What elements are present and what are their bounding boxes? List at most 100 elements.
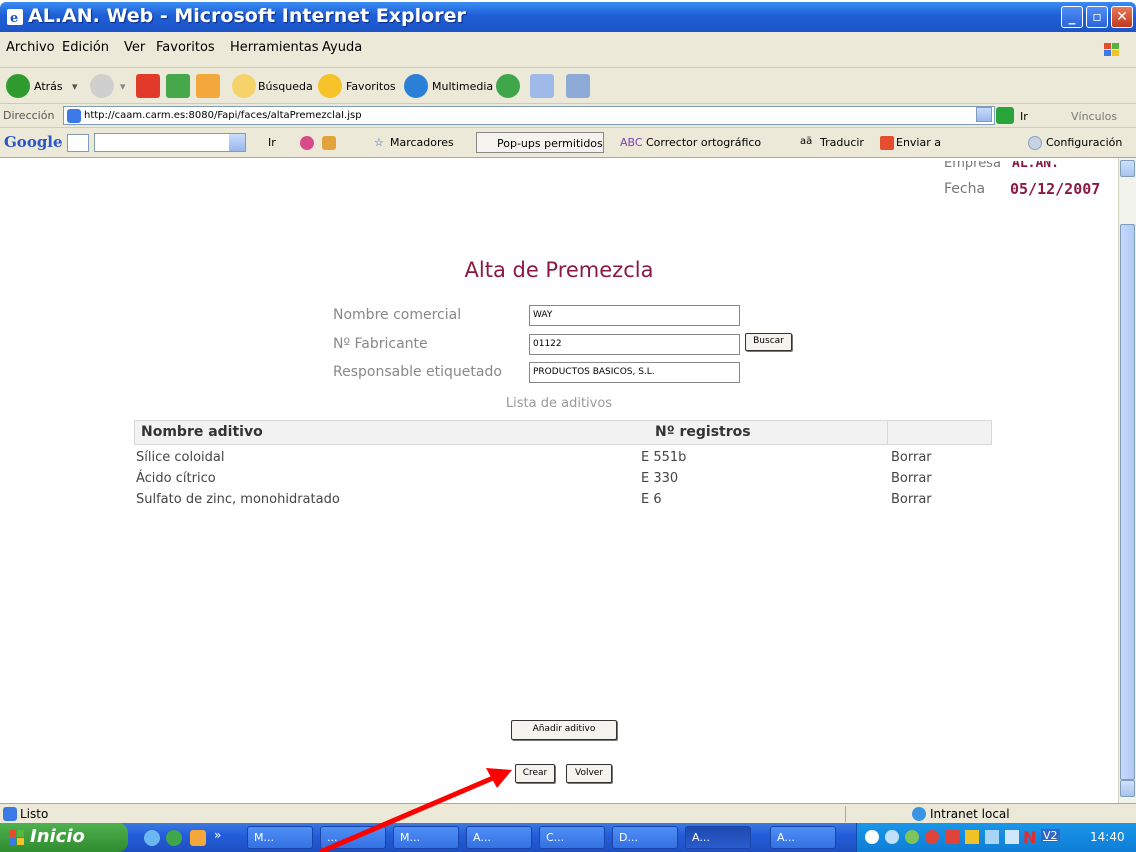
table-row-registration: E 551b (641, 450, 687, 465)
google-news-icon[interactable] (300, 136, 314, 150)
refresh-icon[interactable] (166, 74, 190, 98)
bookmarks-button[interactable]: Marcadores (390, 136, 454, 149)
ie-icon: e (7, 9, 23, 26)
taskbar-item[interactable]: A... (466, 826, 532, 849)
search-button-label[interactable]: Búsqueda (258, 80, 313, 93)
column-registrations: Nº registros (655, 424, 751, 440)
start-button[interactable]: Inicio (0, 823, 128, 852)
minimize-button[interactable]: _ (1061, 6, 1083, 28)
back-button[interactable]: Volver (566, 764, 612, 783)
address-input[interactable]: http://caam.carm.es:8080/Fapi/faces/alta… (63, 106, 995, 125)
additives-list-title: Lista de aditivos (505, 396, 613, 411)
taskbar-item[interactable]: D... (612, 826, 678, 849)
tray-messenger-icon[interactable] (965, 830, 979, 844)
quicklaunch-app-icon[interactable] (190, 830, 206, 846)
address-bar: Dirección http://caam.carm.es:8080/Fapi/… (0, 104, 1136, 128)
maximize-button[interactable]: ▫ (1086, 6, 1108, 28)
delete-link[interactable]: Borrar (891, 450, 932, 465)
quicklaunch-media-icon[interactable] (166, 830, 182, 846)
trade-name-label: Nombre comercial (333, 307, 462, 323)
manufacturer-number-input[interactable]: 01122 (529, 334, 740, 355)
favorites-button-label[interactable]: Favoritos (346, 80, 396, 93)
mail-icon[interactable] (530, 74, 554, 98)
stop-icon[interactable] (136, 74, 160, 98)
taskbar-item[interactable]: A... (770, 826, 836, 849)
history-icon[interactable] (496, 74, 520, 98)
menu-favoritos[interactable]: Favoritos (156, 40, 215, 55)
tray-display-icon[interactable] (985, 830, 999, 844)
company-label: Empresa (944, 161, 1001, 171)
tray-volume-icon[interactable] (885, 830, 899, 844)
close-button[interactable]: ✕ (1111, 6, 1133, 28)
go-button-label[interactable]: Ir (1020, 110, 1028, 123)
back-arrow-icon[interactable] (6, 74, 30, 98)
add-additive-button[interactable]: Añadir aditivo (511, 720, 617, 740)
menu-edicion[interactable]: Edición (62, 40, 109, 55)
tray-norton-icon[interactable]: N (1023, 828, 1036, 847)
back-button-label[interactable]: Atrás (34, 80, 63, 93)
taskbar-item[interactable]: A... (685, 826, 751, 849)
pagerank-icon[interactable] (322, 136, 336, 150)
tray-network-icon[interactable] (865, 830, 879, 844)
taskbar-item[interactable]: M... (393, 826, 459, 849)
status-bar: Listo Intranet local (0, 803, 1136, 823)
send-to-button[interactable]: Enviar a (896, 136, 941, 149)
tray-security-icon[interactable] (925, 830, 939, 844)
favorites-star-icon[interactable] (318, 74, 342, 98)
taskbar-item[interactable]: C... (539, 826, 605, 849)
quicklaunch-more-icon[interactable]: » (214, 828, 221, 842)
forward-dropdown-icon[interactable]: ▾ (120, 80, 126, 93)
back-dropdown-icon[interactable]: ▾ (72, 80, 78, 93)
address-dropdown-icon[interactable] (976, 107, 992, 122)
taskbar-item[interactable]: M... (247, 826, 313, 849)
trade-name-input[interactable]: WAY (529, 305, 740, 326)
taskbar-item[interactable]: ... (320, 826, 386, 849)
settings-button[interactable]: Configuración (1046, 136, 1122, 149)
delete-link[interactable]: Borrar (891, 471, 932, 486)
taskbar: Inicio » M... ... M... A... C... D... A.… (0, 823, 1136, 852)
quicklaunch-ie-icon[interactable] (144, 830, 160, 846)
menu-ver[interactable]: Ver (124, 40, 145, 55)
start-label: Inicio (30, 826, 85, 847)
translate-button[interactable]: Traducir (820, 136, 864, 149)
tray-app-icon[interactable] (905, 830, 919, 844)
intranet-zone-icon (912, 807, 926, 821)
security-zone: Intranet local (930, 807, 1010, 821)
table-row-registration: E 6 (641, 492, 662, 507)
create-button[interactable]: Crear (515, 764, 555, 783)
labeling-responsible-input[interactable]: PRODUCTOS BASICOS, S.L. (529, 362, 740, 383)
menu-herramientas[interactable]: Herramientas (230, 40, 319, 55)
search-icon[interactable] (232, 74, 256, 98)
google-search-input[interactable] (94, 133, 246, 152)
menu-bar: Archivo Edición Ver Favoritos Herramient… (0, 32, 1136, 68)
table-row-name: Sulfato de zinc, monohidratado (136, 492, 340, 507)
tray-antivirus-icon[interactable] (945, 830, 959, 844)
address-label: Dirección (3, 109, 55, 122)
date-value: 05/12/2007 (1010, 180, 1101, 198)
scroll-thumb[interactable] (1120, 224, 1135, 780)
tray-connection-icon[interactable] (1005, 830, 1019, 844)
delete-link[interactable]: Borrar (891, 492, 932, 507)
scroll-up-icon[interactable] (1120, 160, 1135, 177)
forward-arrow-icon[interactable] (90, 74, 114, 98)
media-icon[interactable] (404, 74, 428, 98)
print-icon[interactable] (566, 74, 590, 98)
popups-allowed-button[interactable]: Pop-ups permitidos (476, 132, 604, 153)
scroll-down-icon[interactable] (1120, 780, 1135, 797)
menu-archivo[interactable]: Archivo (6, 40, 55, 55)
google-g-icon[interactable] (67, 134, 89, 152)
links-label[interactable]: Vínculos (1071, 110, 1117, 123)
bookmarks-star-icon[interactable]: ☆ (374, 136, 384, 149)
home-icon[interactable] (196, 74, 220, 98)
translate-icon: aä (800, 136, 813, 147)
spellcheck-button[interactable]: Corrector ortográfico (646, 136, 761, 149)
tray-v2-icon[interactable]: V2 (1041, 829, 1060, 842)
window-titlebar[interactable]: e AL.AN. Web - Microsoft Internet Explor… (0, 2, 1136, 32)
google-go-button[interactable]: Ir (268, 136, 276, 149)
menu-ayuda[interactable]: Ayuda (322, 40, 362, 55)
search-button[interactable]: Buscar (745, 333, 792, 351)
google-search-dropdown-icon[interactable] (229, 134, 245, 151)
go-arrow-icon[interactable] (996, 107, 1014, 124)
windows-flag-icon (9, 830, 24, 845)
media-button-label[interactable]: Multimedia (432, 80, 493, 93)
